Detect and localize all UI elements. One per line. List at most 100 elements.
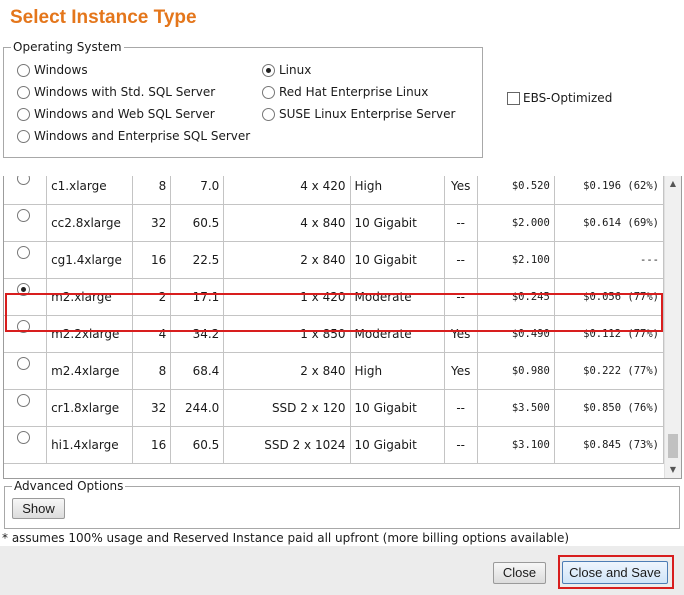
instance-storage-cell: 2 x 840: [223, 241, 351, 279]
instance-select-cell[interactable]: [4, 389, 48, 427]
radio-icon[interactable]: [17, 357, 30, 370]
radio-icon[interactable]: [17, 129, 30, 143]
scrollbar-thumb[interactable]: [668, 434, 678, 458]
instance-cpu-cell: 32: [132, 389, 172, 427]
radio-icon[interactable]: [17, 63, 30, 77]
instance-storage-cell: 1 x 850: [223, 315, 351, 353]
instance-ebs-cell: --: [444, 389, 478, 427]
instance-name-cell: m2.xlarge: [46, 278, 134, 316]
close-and-save-button[interactable]: Close and Save: [562, 561, 668, 584]
instance-table: c1.xlarge 8 7.0 4 x 420 High Yes $0.520 $0.196 …: [4, 176, 665, 464]
instance-memory-cell: 22.5: [170, 241, 225, 279]
instance-name-cell: cc2.8xlarge: [46, 204, 134, 242]
instance-row[interactable]: cg1.4xlarge 16 22.5 2 x 840 10 Gigabit -- $2.1…: [4, 241, 665, 279]
instance-select-cell[interactable]: [4, 426, 48, 464]
instance-cpu-cell: 4: [132, 315, 172, 353]
instance-type-grid[interactable]: c1.xlarge 8 7.0 4 x 420 High Yes $0.520 $0.196 …: [3, 176, 682, 479]
os-option-label: SUSE Linux Enterprise Server: [279, 107, 456, 121]
radio-icon[interactable]: [17, 320, 30, 333]
os-option-windows[interactable]: Windows: [17, 63, 88, 77]
os-option-linux[interactable]: Linux: [262, 63, 311, 77]
vertical-scrollbar[interactable]: ▲ ▼: [664, 176, 681, 478]
instance-row[interactable]: c1.xlarge 8 7.0 4 x 420 High Yes $0.520 $0.196 …: [4, 176, 665, 205]
instance-memory-cell: 244.0: [170, 389, 225, 427]
instance-row[interactable]: m2.2xlarge 4 34.2 1 x 850 Moderate Yes $0.490 $…: [4, 315, 665, 353]
instance-storage-cell: 4 x 420: [223, 176, 351, 205]
os-option-rhel[interactable]: Red Hat Enterprise Linux: [262, 85, 428, 99]
os-option-windows-std-sql[interactable]: Windows with Std. SQL Server: [17, 85, 215, 99]
radio-icon[interactable]: [17, 246, 30, 259]
instance-ebs-cell: Yes: [444, 352, 478, 390]
instance-reserved-price-cell: $0.222 (77%): [554, 352, 665, 390]
os-option-windows-web-sql[interactable]: Windows and Web SQL Server: [17, 107, 215, 121]
instance-name-cell: m2.4xlarge: [46, 352, 134, 390]
instance-storage-cell: 2 x 840: [223, 352, 351, 390]
instance-ebs-cell: --: [444, 278, 478, 316]
instance-reserved-price-cell: $0.850 (76%): [554, 389, 665, 427]
os-option-suse[interactable]: SUSE Linux Enterprise Server: [262, 107, 455, 121]
instance-network-cell: High: [350, 176, 445, 205]
instance-cpu-cell: 2: [132, 278, 172, 316]
instance-memory-cell: 34.2: [170, 315, 225, 353]
radio-icon[interactable]: [17, 394, 30, 407]
radio-icon[interactable]: [17, 209, 30, 222]
radio-icon[interactable]: [17, 107, 30, 121]
os-option-label: Linux: [279, 63, 312, 77]
radio-icon[interactable]: [262, 85, 275, 99]
ebs-optimized-option[interactable]: EBS-Optimized: [507, 91, 612, 105]
radio-icon[interactable]: [262, 107, 275, 121]
instance-ebs-cell: Yes: [444, 176, 478, 205]
close-button[interactable]: Close: [493, 562, 546, 584]
instance-ebs-cell: --: [444, 241, 478, 279]
dialog-title: Select Instance Type: [10, 7, 197, 28]
instance-memory-cell: 60.5: [170, 426, 225, 464]
instance-select-cell[interactable]: [4, 176, 48, 205]
advanced-options-group: Advanced Options: [4, 479, 680, 529]
instance-ebs-cell: --: [444, 426, 478, 464]
instance-row[interactable]: cc2.8xlarge 32 60.5 4 x 840 10 Gigabit -- $2.0…: [4, 204, 665, 242]
instance-reserved-price-cell: $0.056 (77%): [554, 278, 665, 316]
advanced-options-legend: Advanced Options: [14, 479, 124, 493]
os-option-label: Red Hat Enterprise Linux: [279, 85, 429, 99]
instance-price-cell: $3.100: [477, 426, 555, 464]
instance-row[interactable]: hi1.4xlarge 16 60.5 SSD 2 x 1024 10 Gigabit -…: [4, 426, 665, 464]
instance-memory-cell: 68.4: [170, 352, 225, 390]
instance-storage-cell: SSD 2 x 1024: [223, 426, 351, 464]
radio-icon[interactable]: [17, 176, 30, 185]
operating-system-legend: Operating System: [13, 40, 122, 54]
instance-row[interactable]: m2.xlarge 2 17.1 1 x 420 Moderate -- $0.245 $0.…: [4, 278, 665, 316]
instance-reserved-price-cell: $0.614 (69%): [554, 204, 665, 242]
scroll-up-arrow-icon[interactable]: ▲: [665, 176, 681, 192]
os-option-label: Windows and Enterprise SQL Server: [34, 129, 251, 143]
instance-price-cell: $2.100: [477, 241, 555, 279]
radio-icon[interactable]: [17, 431, 30, 444]
instance-network-cell: 10 Gigabit: [350, 241, 445, 279]
instance-name-cell: m2.2xlarge: [46, 315, 134, 353]
instance-select-cell[interactable]: [4, 315, 48, 353]
instance-cpu-cell: 16: [132, 426, 172, 464]
os-option-windows-enterprise-sql[interactable]: Windows and Enterprise SQL Server: [17, 129, 250, 143]
instance-cpu-cell: 8: [132, 352, 172, 390]
radio-checked-icon[interactable]: [17, 283, 30, 296]
instance-ebs-cell: --: [444, 204, 478, 242]
instance-select-cell[interactable]: [4, 352, 48, 390]
instance-select-cell[interactable]: [4, 278, 48, 316]
instance-select-cell[interactable]: [4, 241, 48, 279]
checkbox-icon[interactable]: [507, 91, 520, 105]
show-advanced-button[interactable]: Show: [12, 498, 65, 519]
instance-select-cell[interactable]: [4, 204, 48, 242]
instance-cpu-cell: 32: [132, 204, 172, 242]
instance-price-cell: $0.520: [477, 176, 555, 205]
radio-checked-icon[interactable]: [262, 63, 275, 77]
instance-row[interactable]: cr1.8xlarge 32 244.0 SSD 2 x 120 10 Gigabit -…: [4, 389, 665, 427]
instance-storage-cell: 1 x 420: [223, 278, 351, 316]
scroll-down-arrow-icon[interactable]: ▼: [665, 462, 681, 478]
os-option-label: Windows: [34, 63, 88, 77]
instance-network-cell: Moderate: [350, 315, 445, 353]
radio-icon[interactable]: [17, 85, 30, 99]
instance-row[interactable]: m2.4xlarge 8 68.4 2 x 840 High Yes $0.980 $0.22…: [4, 352, 665, 390]
instance-reserved-price-cell: $0.112 (77%): [554, 315, 665, 353]
instance-cpu-cell: 8: [132, 176, 172, 205]
instance-name-cell: hi1.4xlarge: [46, 426, 134, 464]
instance-network-cell: High: [350, 352, 445, 390]
